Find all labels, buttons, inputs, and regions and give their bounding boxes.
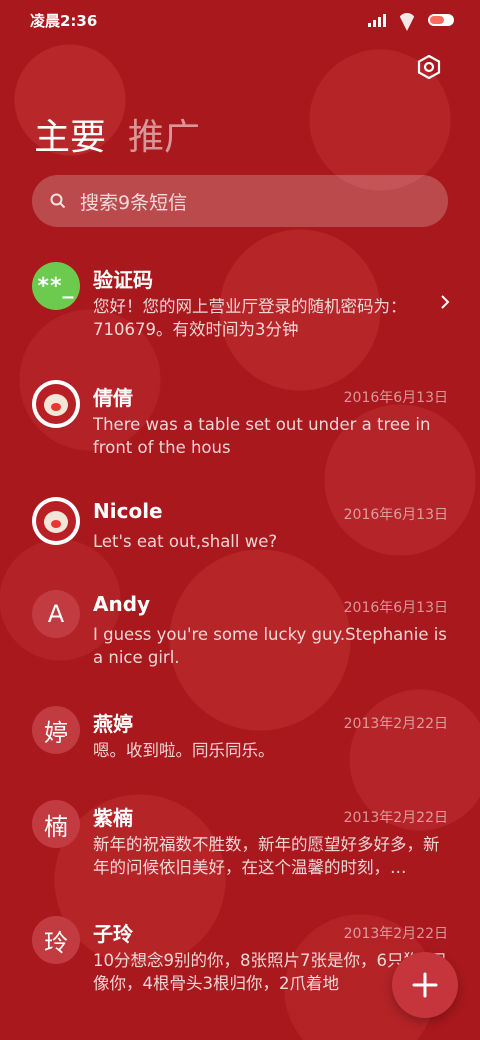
tab-main[interactable]: 主要 — [34, 108, 106, 160]
message-date: 2013年2月22日 — [343, 716, 448, 732]
avatar: 婷 — [32, 706, 80, 754]
search-placeholder: 搜索9条短信 — [80, 191, 188, 214]
message-preview: 您好！您的网上营业厅登录的随机密码为：710679。有效时间为3分钟 — [93, 297, 407, 339]
contact-name: Nicole — [93, 499, 163, 523]
message-date: 2016年6月13日 — [343, 390, 448, 406]
conversation-item[interactable]: 婷 燕婷 2013年2月22日 嗯。收到啦。同乐同乐。 — [0, 704, 480, 784]
message-date: 2013年2月22日 — [343, 810, 448, 826]
message-date: 2016年6月13日 — [343, 507, 448, 523]
conversation-item[interactable]: A Andy 2016年6月13日 I guess you're some lu… — [0, 588, 480, 688]
tab-promotions[interactable]: 推广 — [128, 108, 200, 160]
conversation-item[interactable]: 楠 紫楠 2013年2月22日 新年的祝福数不胜数，新年的愿望好多好多，新年的问… — [0, 798, 480, 898]
message-preview: There was a table set out under a tree i… — [93, 415, 431, 457]
message-preview: 新年的祝福数不胜数，新年的愿望好多好多，新年的问候依旧美好，在这个温馨的时刻，… — [93, 835, 440, 877]
message-date: 2013年2月22日 — [343, 926, 448, 942]
tab-bar: 主要 推广 — [34, 108, 200, 160]
wifi-icon — [398, 13, 416, 27]
message-preview: I guess you're some lucky guy.Stephanie … — [93, 625, 447, 667]
contact-name: Andy — [93, 592, 151, 616]
conversation-item[interactable]: Nicole 2016年6月13日 Let's eat out,shall we… — [0, 495, 480, 575]
message-preview: Let's eat out,shall we? — [93, 532, 278, 551]
battery-icon — [428, 14, 454, 26]
contact-name: 倩倩 — [93, 386, 133, 410]
contact-name: 燕婷 — [93, 712, 133, 736]
status-time: 凌晨2:36 — [30, 11, 98, 30]
avatar — [32, 380, 80, 428]
contact-name: 紫楠 — [93, 806, 133, 830]
avatar: 玲 — [32, 916, 80, 964]
status-icons — [368, 13, 454, 27]
search-icon — [50, 193, 66, 209]
status-bar: 凌晨2:36 — [0, 0, 480, 40]
search-bar[interactable]: 搜索9条短信 — [32, 175, 448, 227]
chevron-right-icon — [441, 295, 450, 309]
message-date: 2016年6月13日 — [343, 600, 448, 616]
avatar: 楠 — [32, 800, 80, 848]
new-message-button[interactable] — [392, 952, 458, 1018]
conversation-item[interactable]: 倩倩 2016年6月13日 There was a table set out … — [0, 378, 480, 478]
conversation-item[interactable]: **_ 验证码 您好！您的网上营业厅登录的随机密码为：710679。有效时间为3… — [0, 250, 480, 360]
contact-name: 验证码 — [93, 268, 153, 292]
contact-name: 子玲 — [93, 922, 133, 946]
avatar — [32, 497, 80, 545]
avatar: **_ — [32, 262, 80, 310]
message-preview: 嗯。收到啦。同乐同乐。 — [93, 741, 275, 760]
avatar: A — [32, 590, 80, 638]
plus-icon — [412, 972, 438, 998]
settings-icon[interactable] — [416, 54, 442, 80]
signal-icon — [368, 13, 386, 27]
